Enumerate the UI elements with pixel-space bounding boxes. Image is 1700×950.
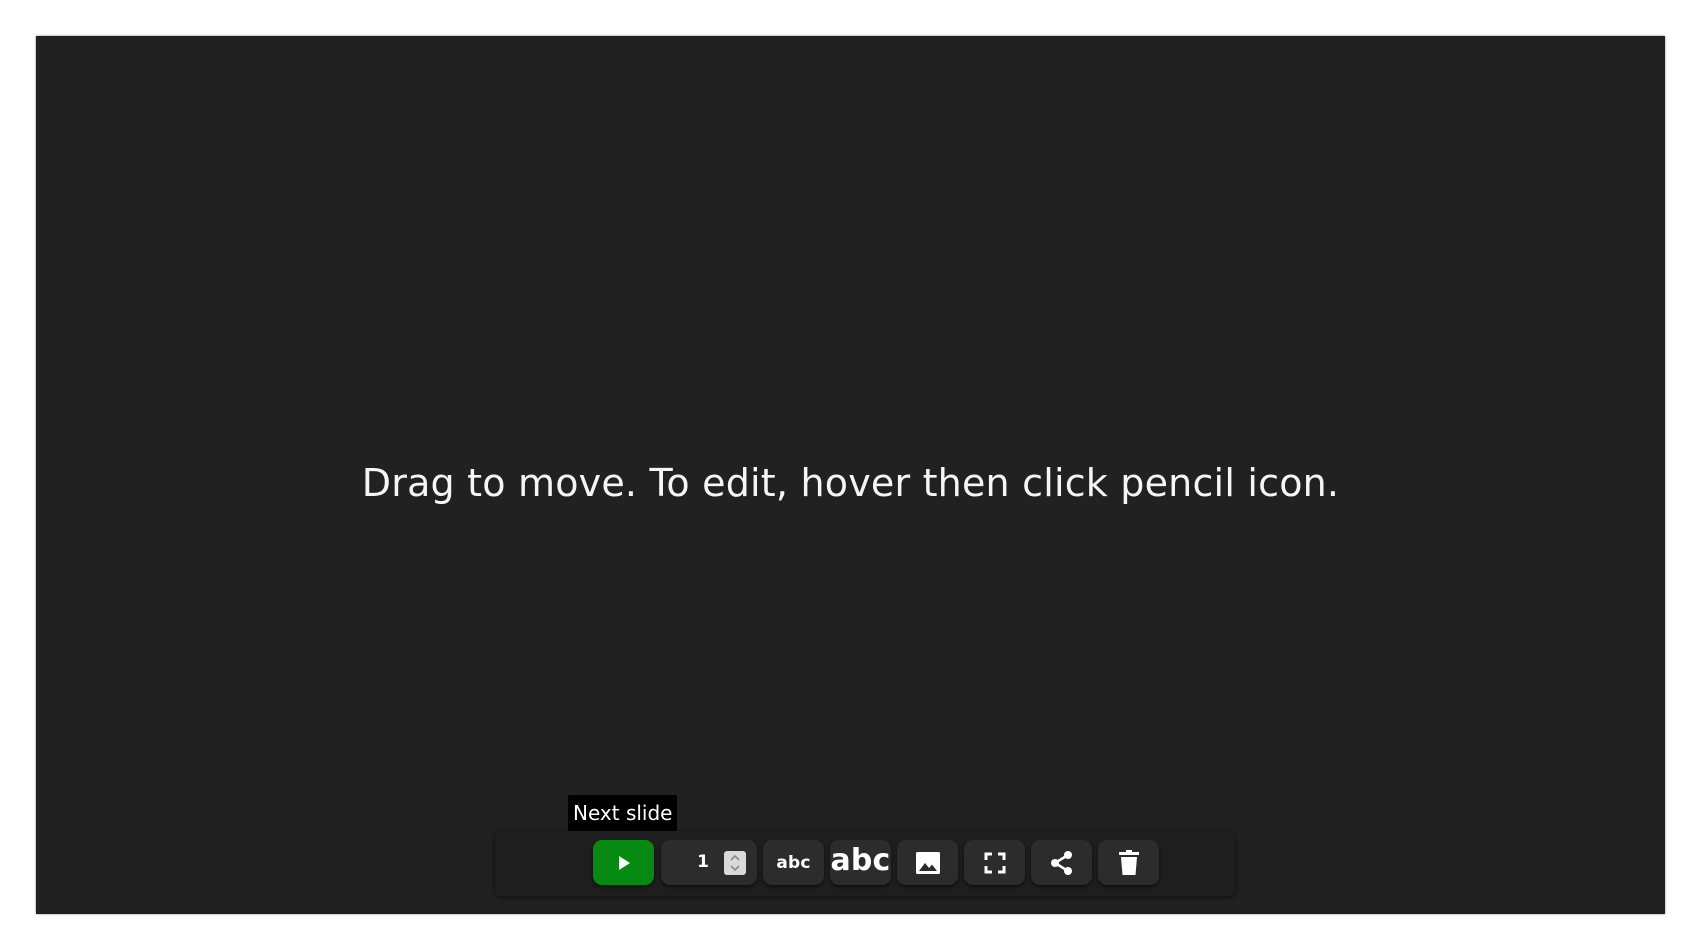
slide-toolbar: 1 abc abc (495, 831, 1235, 896)
share-icon (1048, 849, 1076, 877)
next-slide-button[interactable] (593, 840, 654, 885)
slide-text-box[interactable]: Drag to move. To edit, hover then click … (36, 461, 1665, 505)
slide-number-value[interactable]: 1 (689, 840, 709, 885)
small-text-label: abc (776, 852, 811, 873)
share-button[interactable] (1031, 840, 1092, 885)
add-image-button[interactable] (897, 840, 958, 885)
add-large-text-button[interactable]: abc (830, 840, 891, 885)
slide-canvas[interactable]: Drag to move. To edit, hover then click … (36, 36, 1665, 914)
stepper-arrows-icon[interactable] (724, 851, 746, 875)
large-text-label: abc (830, 843, 891, 878)
image-icon (914, 849, 942, 877)
play-icon (615, 854, 633, 872)
next-slide-tooltip: Next slide (568, 795, 678, 831)
add-small-text-button[interactable]: abc (763, 840, 824, 885)
fullscreen-icon (983, 851, 1007, 875)
delete-slide-button[interactable] (1098, 840, 1159, 885)
trash-icon (1116, 849, 1142, 877)
slide-number-stepper[interactable]: 1 (661, 840, 757, 885)
fullscreen-button[interactable] (964, 840, 1025, 885)
